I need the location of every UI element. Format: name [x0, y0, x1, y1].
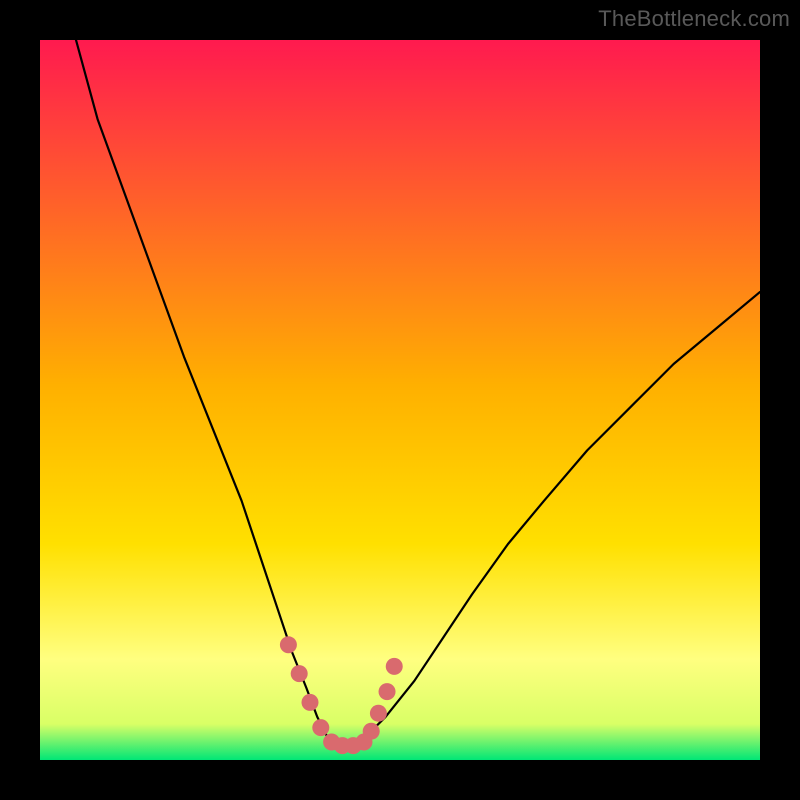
plot-area [40, 40, 760, 760]
marker-point [302, 694, 319, 711]
gradient-background [40, 40, 760, 760]
marker-point [291, 665, 308, 682]
marker-point [363, 723, 380, 740]
marker-point [386, 658, 403, 675]
marker-point [379, 683, 396, 700]
attribution-text: TheBottleneck.com [598, 6, 790, 32]
marker-point [312, 719, 329, 736]
marker-point [280, 636, 297, 653]
chart-frame: TheBottleneck.com [0, 0, 800, 800]
chart-svg [40, 40, 760, 760]
marker-point [370, 705, 387, 722]
